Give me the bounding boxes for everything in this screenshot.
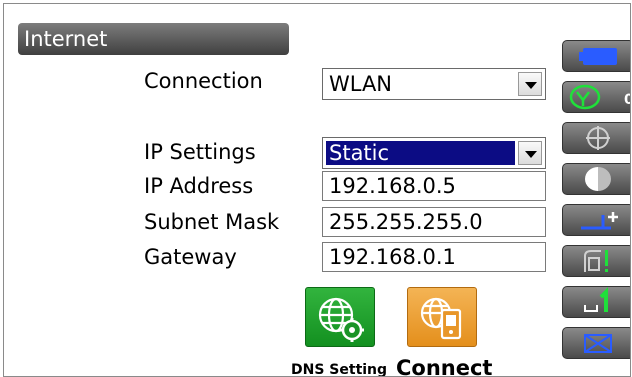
laser-plummet-icon xyxy=(584,250,608,272)
screen-title: Internet xyxy=(18,23,289,55)
chevron-down-icon[interactable] xyxy=(518,72,542,96)
connection-select[interactable]: WLAN xyxy=(322,68,546,100)
instrument-height-button[interactable] xyxy=(562,204,630,236)
tilt-value: 0 xyxy=(624,92,630,108)
globe-device-icon xyxy=(420,297,462,340)
subnet-mask-label: Subnet Mask xyxy=(144,210,280,234)
face-button[interactable] xyxy=(562,286,630,318)
face-one-icon xyxy=(584,287,608,312)
gateway-field[interactable]: 192.168.0.1 xyxy=(322,242,546,272)
internet-settings-screen: Internet Connection WLAN IP Settings Sta… xyxy=(3,3,631,377)
dns-setting-label: DNS Setting xyxy=(291,362,388,377)
globe-gear-icon xyxy=(318,297,364,342)
battery-button[interactable] xyxy=(562,40,630,72)
connect-button[interactable] xyxy=(407,287,477,347)
instrument-height-icon xyxy=(581,212,618,230)
chevron-down-icon[interactable] xyxy=(518,141,542,165)
gateway-label: Gateway xyxy=(144,245,237,269)
keyboard-icon xyxy=(584,334,612,353)
tilt-button[interactable] xyxy=(562,81,630,113)
laser-plummet-button[interactable] xyxy=(562,245,630,277)
ip-address-field[interactable]: 192.168.0.5 xyxy=(322,171,546,201)
ip-address-label: IP Address xyxy=(144,174,254,198)
target-button[interactable] xyxy=(562,122,630,154)
prism-icon xyxy=(585,167,611,191)
tilt-level-icon xyxy=(569,84,601,110)
ip-settings-select[interactable]: Static xyxy=(322,137,546,169)
ip-settings-value: Static xyxy=(326,141,515,165)
crosshair-icon xyxy=(586,126,610,150)
battery-icon xyxy=(579,48,617,65)
keyboard-button[interactable] xyxy=(562,327,630,359)
connect-label: Connect xyxy=(396,356,493,377)
prism-button[interactable] xyxy=(562,163,630,195)
ip-settings-label: IP Settings xyxy=(144,140,256,164)
connection-value: WLAN xyxy=(329,72,393,96)
dns-setting-button[interactable] xyxy=(305,287,375,347)
subnet-mask-field[interactable]: 255.255.255.0 xyxy=(322,207,546,237)
connection-label: Connection xyxy=(144,69,263,93)
